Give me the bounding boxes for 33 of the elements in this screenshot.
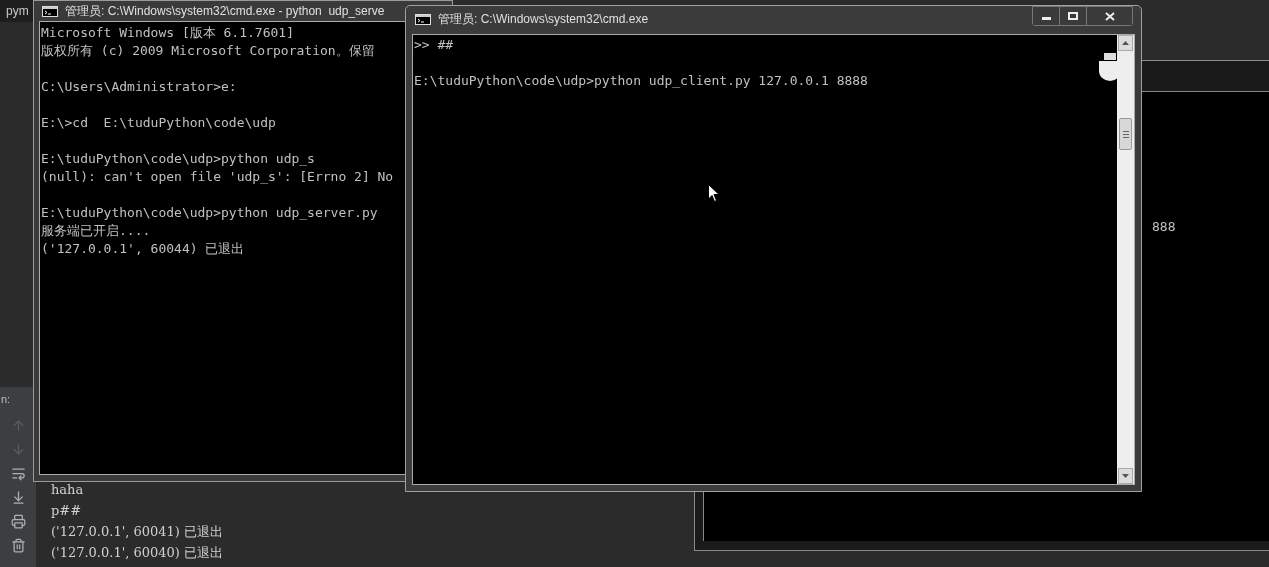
console-line: E:\>cd E:\tuduPython\code\udp xyxy=(41,114,276,132)
scrollbar-thumb[interactable] xyxy=(1119,118,1132,150)
scroll-down-icon xyxy=(1122,474,1129,478)
console-line: E:\tuduPython\code\udp>python udp_server.py xyxy=(41,204,378,222)
console-output-line: p## xyxy=(51,502,82,520)
console-line: C:\Users\Administrator>e: xyxy=(41,78,237,96)
console-icon xyxy=(415,13,431,25)
console-line: 888 xyxy=(1152,218,1176,236)
window-title: 管理员: C:\Windows\system32\cmd.exe xyxy=(438,13,649,25)
minimize-icon xyxy=(1041,17,1051,20)
console-line: ('127.0.0.1', 60044) 已退出 xyxy=(41,240,245,258)
minimize-button[interactable] xyxy=(1033,7,1060,25)
print-icon[interactable] xyxy=(10,514,26,529)
console-icon xyxy=(42,5,58,17)
console-output-line: ('127.0.0.1', 60041) 已退出 xyxy=(51,523,224,541)
console-line: Microsoft Windows [版本 6.1.7601] xyxy=(41,24,294,42)
console-line: (null): can't open file 'udp_s': [Errno 2] No xyxy=(41,168,394,186)
mouse-pointer-icon xyxy=(708,184,720,203)
console-line: 服务端已开启.... xyxy=(41,222,151,240)
console-line: 版权所有 (c) 2009 Microsoft Corporation。保留 xyxy=(41,42,375,60)
scroll-up-icon xyxy=(1122,41,1129,45)
trash-icon[interactable] xyxy=(10,538,26,553)
console-line: >> ## xyxy=(414,36,454,54)
console-line: E:\tuduPython\code\udp>python udp_client.py 127.0.0.1 8888 xyxy=(414,72,868,90)
maximize-icon xyxy=(1068,12,1078,20)
wrap-text-icon[interactable] xyxy=(10,466,26,481)
close-icon xyxy=(1104,11,1115,21)
run-label: n: xyxy=(1,391,11,407)
console-line: E:\tuduPython\code\udp>python udp_s xyxy=(41,150,315,168)
console-output-line: ('127.0.0.1', 60040) 已退出 xyxy=(51,544,224,562)
console-output-line: haha xyxy=(51,481,84,499)
window-title: 管理员: C:\Windows\system32\cmd.exe - python udp_serve xyxy=(65,5,385,17)
tab-label[interactable]: pym xyxy=(6,5,29,17)
